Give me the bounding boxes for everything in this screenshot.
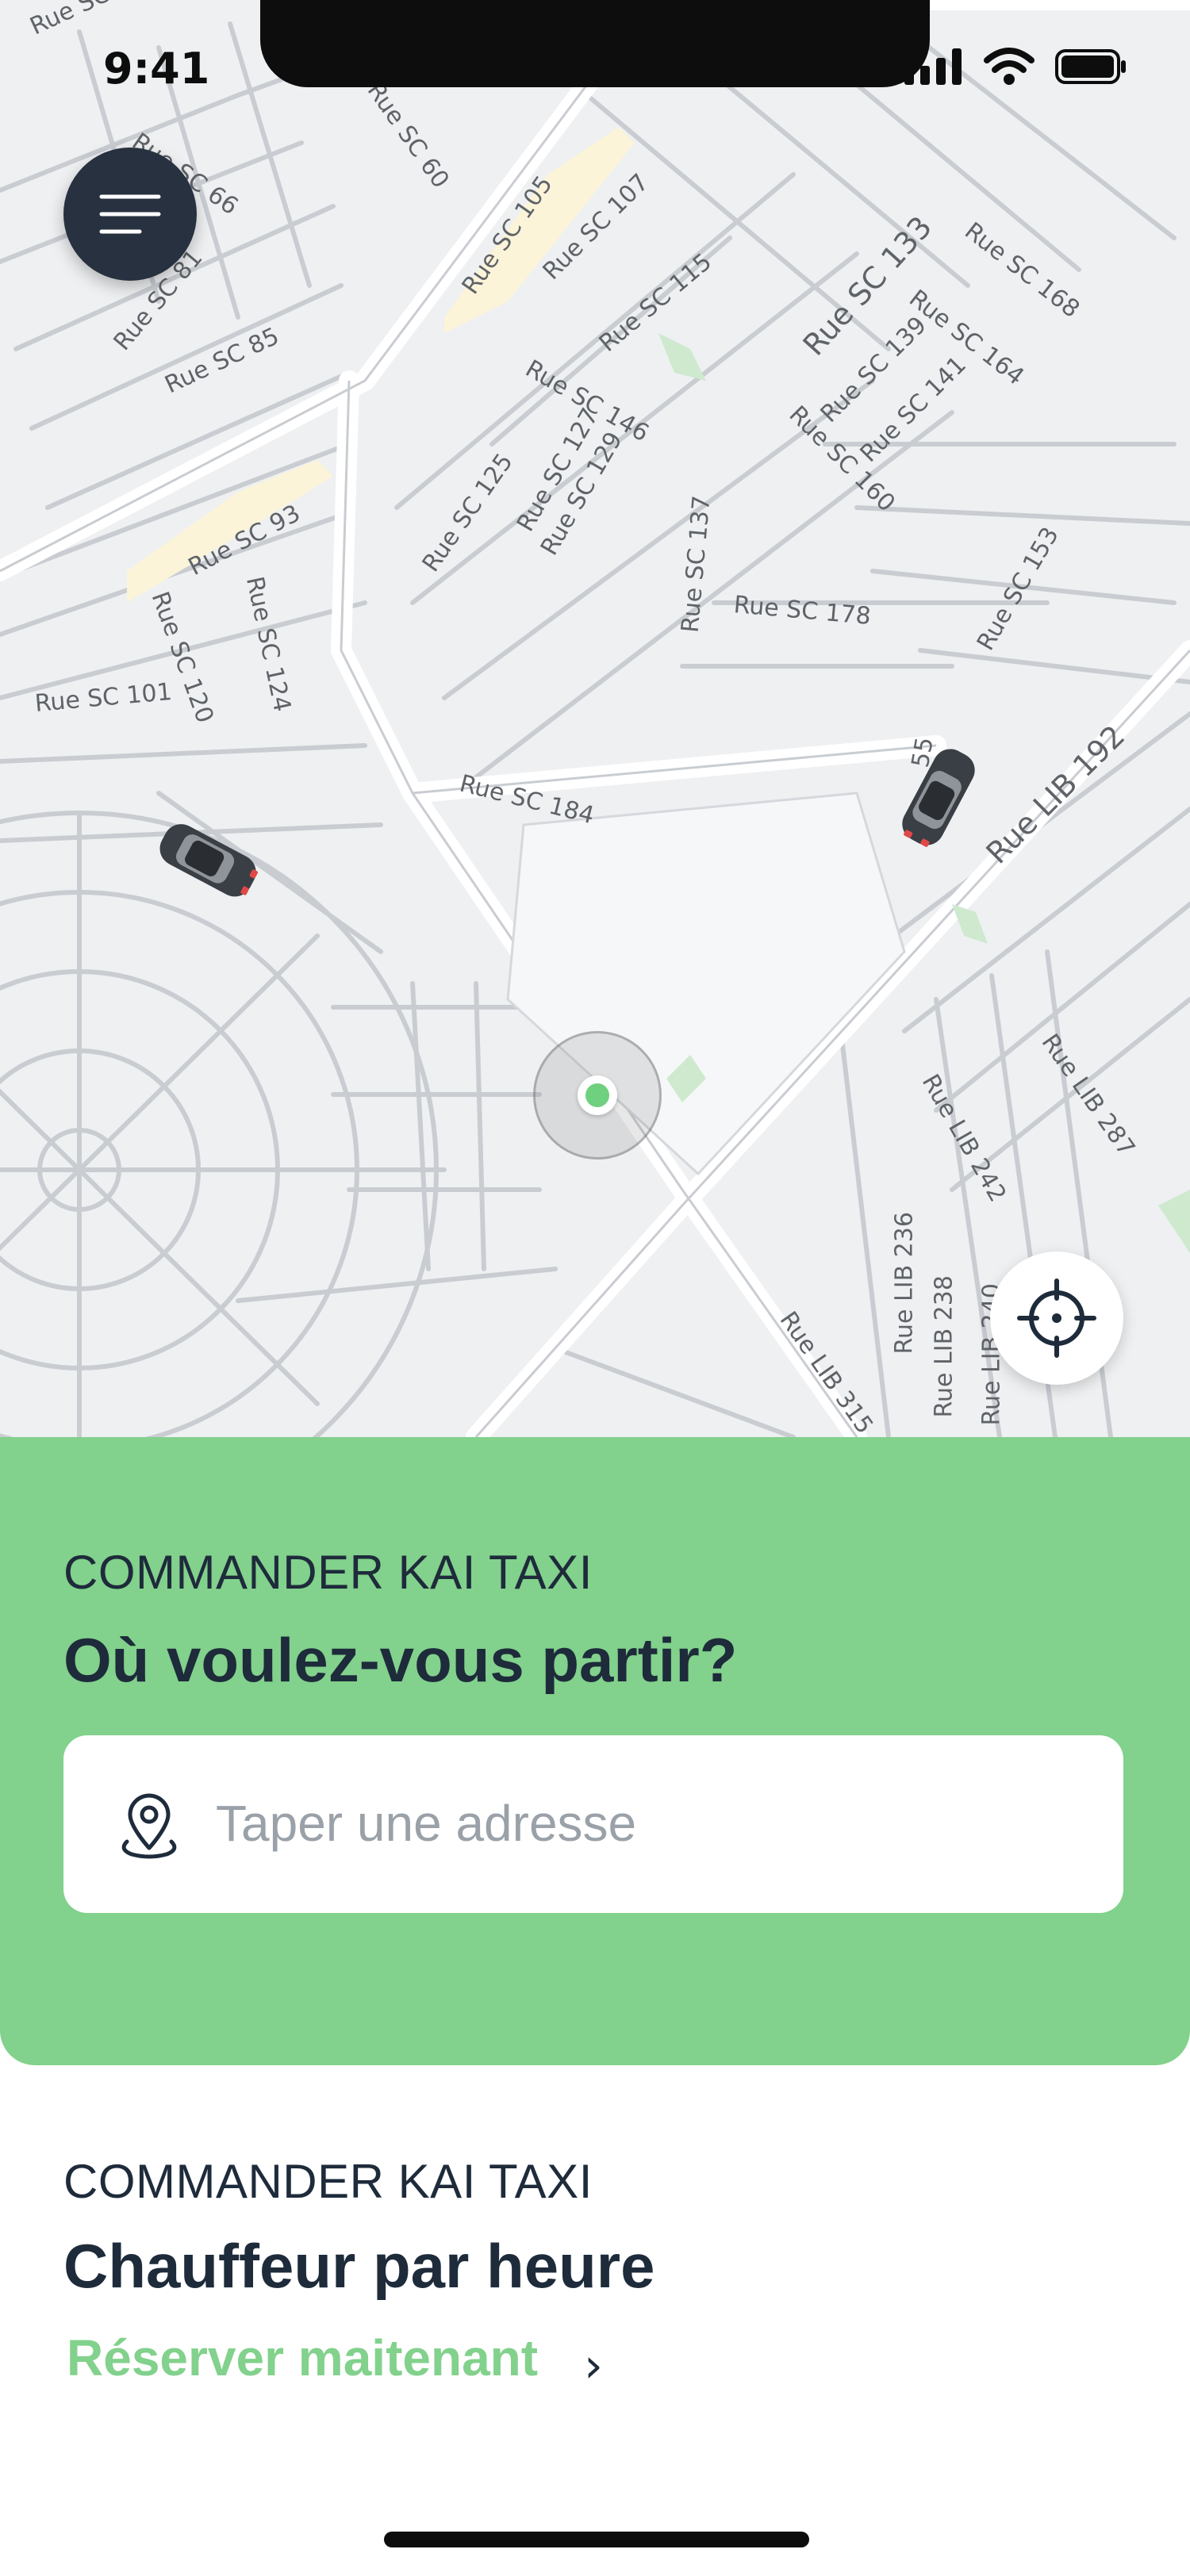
address-search-input[interactable] — [214, 1783, 1090, 1864]
locate-me-button[interactable] — [990, 1252, 1123, 1385]
crosshair-icon — [1017, 1278, 1096, 1358]
status-icons — [904, 48, 1127, 86]
battery-icon — [1055, 49, 1126, 84]
signal-icon — [904, 48, 962, 85]
map-view[interactable]: Rue SC 88 Rue SC 66 Rue SC 81 Rue SC 85 … — [0, 0, 1190, 1437]
map-pin-icon — [121, 1793, 177, 1859]
current-location-marker — [533, 1031, 662, 1160]
car-icon — [159, 824, 258, 897]
menu-icon — [99, 194, 161, 234]
location-dot-icon — [578, 1075, 617, 1115]
street-label: Rue LIB 238 — [930, 1275, 958, 1418]
hourly-eyebrow: COMMANDER KAI TAXI — [63, 2155, 593, 2208]
ride-eyebrow: COMMANDER KAI TAXI — [63, 1546, 593, 1599]
ride-title: Où voulez-vous partir? — [63, 1625, 738, 1695]
address-search-box[interactable] — [63, 1735, 1123, 1913]
hourly-title: Chauffeur par heure — [63, 2231, 655, 2301]
reserve-now-link[interactable]: Réserver maitenant — [67, 2329, 538, 2387]
chevron-right-icon[interactable]: › — [584, 2338, 603, 2394]
home-indicator — [384, 2532, 809, 2547]
wifi-icon — [984, 48, 1035, 85]
status-time: 9:41 — [103, 44, 210, 94]
menu-button[interactable] — [63, 148, 197, 281]
device-notch — [260, 0, 930, 87]
street-label: Rue LIB 236 — [890, 1212, 919, 1355]
car-icon — [902, 749, 975, 847]
